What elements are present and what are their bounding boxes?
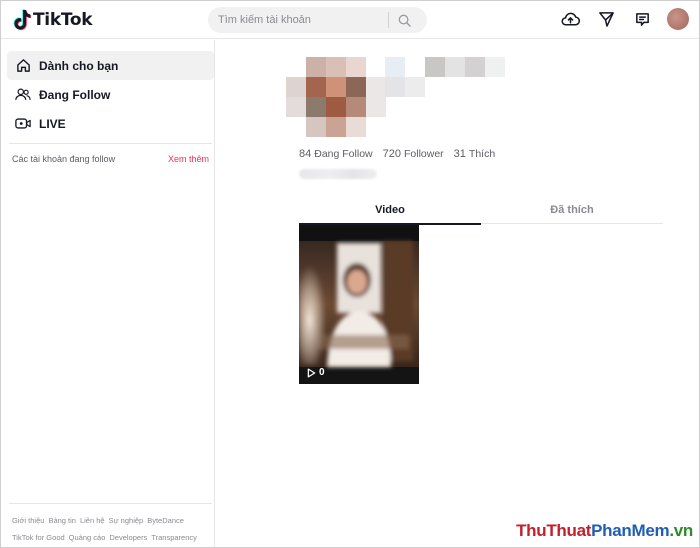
sidebar-divider [9,503,212,504]
view-count-value: 0 [319,367,325,378]
sidebar-item-following[interactable]: Đang Follow [7,80,214,109]
stat-value: 84 [299,148,312,160]
header-actions [559,8,689,30]
footer-link[interactable]: Giới thiệu [12,516,44,525]
stat-following[interactable]: 84 Đang Follow [299,148,373,160]
footer-link[interactable]: Sự nghiệp [109,516,144,525]
stat-label: Follower [403,148,444,160]
send-icon [598,11,614,27]
tab-videos[interactable]: Video [299,200,481,225]
upload-button[interactable] [559,8,581,30]
profile-stats: 84 Đang Follow 720 Follower 31 Thích [299,148,495,160]
tiktok-logo[interactable]: TikTok [13,9,93,31]
stat-value: 31 [453,148,466,160]
inbox-button[interactable] [631,8,653,30]
footer-link[interactable]: Quảng cáo [69,533,106,542]
sidebar-item-label: Đang Follow [39,87,111,102]
video-view-count: 0 [307,367,325,378]
logo-text: TikTok [33,10,93,30]
top-header: TikTok [1,1,699,39]
profile-avatar-button[interactable] [667,8,689,30]
footer-link[interactable]: TikTok for Good [12,533,65,542]
stat-followers[interactable]: 720 Follower [383,148,444,160]
avatar [667,8,689,30]
stat-likes: 31 Thích [454,148,496,160]
profile-avatar-pixelated [286,57,386,137]
stat-label: Đang Follow [314,148,373,160]
footer-link[interactable]: Developers [109,533,147,542]
sidebar-item-label: Dành cho bạn [39,58,119,73]
footer-link[interactable]: Liên hệ [80,516,105,525]
watermark-part: PhanMem [591,521,670,540]
profile-tabs: Video Đã thích [299,200,663,225]
following-icon [15,87,31,103]
home-icon [15,58,31,74]
stat-label: Thích [468,148,496,160]
upload-icon [561,12,580,26]
footer-links-row-1: Giới thiệu Bảng tin Liên hệ Sự nghiệp By… [12,516,184,525]
footer-link[interactable]: ByteDance [147,516,184,525]
profile-username-pixelated [385,57,505,97]
see-more-link[interactable]: Xem thêm [168,154,209,164]
sidebar-divider [9,143,212,144]
footer-link[interactable]: Bảng tin [48,516,76,525]
video-thumbnail[interactable]: 0 [299,225,419,384]
inbox-icon [635,12,649,26]
search-input[interactable] [208,14,388,26]
search-icon [398,14,411,27]
sidebar-item-for-you[interactable]: Dành cho bạn [7,51,214,80]
tab-liked[interactable]: Đã thích [481,200,663,223]
stat-value: 720 [382,148,401,160]
search-bar[interactable] [208,7,427,33]
profile-bio-blurred [299,169,377,179]
sidebar-item-live[interactable]: LIVE [7,109,214,138]
search-button[interactable] [389,7,419,33]
tiktok-note-icon [13,9,31,31]
footer-links-row-2: TikTok for Good Quảng cáo Developers Tra… [12,533,197,542]
app-window: TikTok Tìm kiếm tài khoản Dành cho bạn Đ… [0,0,700,548]
sidebar: Dành cho bạn Đang Follow LIVE Các tài kh… [1,40,215,547]
video-thumbnail-image [299,225,419,384]
sidebar-item-label: LIVE [39,116,66,131]
watermark-part: ThuThuat [516,521,592,540]
live-icon [15,116,31,132]
messages-button[interactable] [595,8,617,30]
site-watermark: ThuThuatPhanMem.vn [516,521,693,541]
footer-link[interactable]: Transparency [151,533,197,542]
play-icon [307,368,316,377]
following-accounts-title: Các tài khoản đang follow [12,154,116,164]
watermark-part: .vn [669,521,693,540]
